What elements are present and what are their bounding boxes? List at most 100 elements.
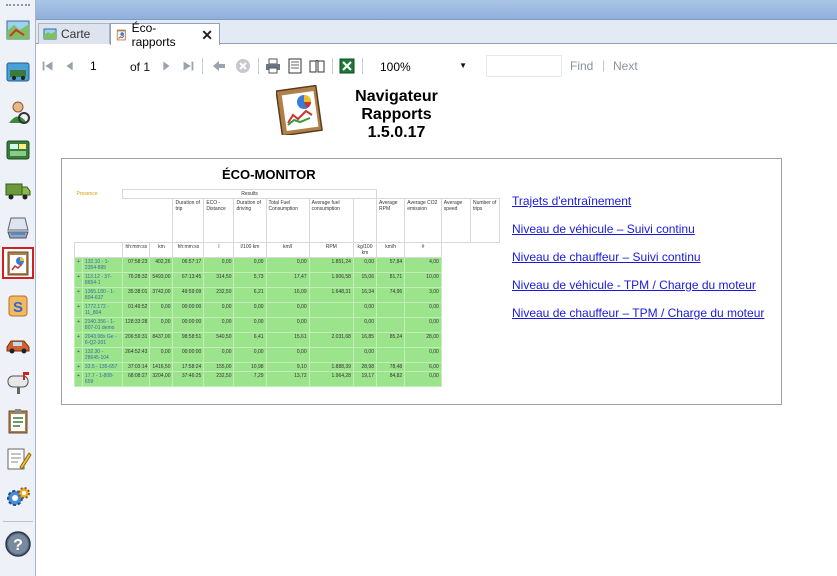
link-niveau-vehicule-suivi[interactable]: Niveau de véhicule – Suivi continu bbox=[512, 221, 772, 237]
link-niveau-vehicule-tpm[interactable]: Niveau de véhicule - TPM / Charge du mot… bbox=[512, 277, 772, 293]
previous-page-icon[interactable] bbox=[62, 56, 78, 76]
table-cell: 0,00 bbox=[404, 302, 442, 318]
column-header: ECO - Distance bbox=[203, 198, 235, 243]
export-excel-icon[interactable] bbox=[338, 56, 356, 76]
vehicle-name-cell: 132.30 - 28645-104 bbox=[81, 347, 124, 363]
link-trajets-entrainement[interactable]: Trajets d'entraînement bbox=[512, 193, 772, 209]
link-niveau-chauffeur-tpm[interactable]: Niveau de chauffeur – TPM / Charge du mo… bbox=[512, 305, 772, 321]
table-row[interactable]: +132.30 - 28645-104 264:52:43 0,00 00:00:00… bbox=[74, 347, 500, 363]
table-cell: 00:00:00 bbox=[172, 317, 205, 333]
table-row[interactable]: +32.5 - 135-657 37:03:14 1416,50 17:58:24 15… bbox=[74, 362, 500, 372]
table-row[interactable]: +2043.98x Ge - 6-Q2-201 206:59:31 8437,00 9… bbox=[74, 332, 500, 348]
stop-icon[interactable] bbox=[234, 56, 252, 76]
dashboard-icon[interactable] bbox=[2, 134, 34, 166]
expand-icon[interactable]: + bbox=[74, 371, 83, 387]
table-cell: 98:58:51 bbox=[172, 332, 205, 348]
table-cell: 28,00 bbox=[404, 332, 442, 348]
table-row[interactable]: +113.12 - 37-8654-1 76:28:32 5493,00 67:13:… bbox=[74, 272, 500, 288]
table-cell bbox=[308, 347, 354, 363]
table-row[interactable]: +2340.356 - 1-807-01 demo 128:33:28 0,00 00… bbox=[74, 317, 500, 333]
expand-icon[interactable]: + bbox=[74, 347, 83, 363]
expand-icon[interactable]: + bbox=[74, 257, 83, 273]
next-page-icon[interactable] bbox=[158, 56, 174, 76]
table-cell: 6,00 bbox=[404, 362, 442, 372]
table-cell: 0,00 bbox=[352, 257, 378, 273]
find-button[interactable]: Find bbox=[570, 59, 593, 73]
column-header bbox=[352, 198, 378, 243]
page-setup-icon[interactable] bbox=[308, 56, 326, 76]
table-cell: 15,61 bbox=[265, 332, 310, 348]
table-cell: 314,50 bbox=[203, 272, 235, 288]
first-page-icon[interactable] bbox=[40, 56, 56, 76]
tab-carte[interactable]: Carte bbox=[38, 23, 110, 44]
table-cell: 85,24 bbox=[375, 332, 406, 348]
driver-icon[interactable] bbox=[2, 96, 34, 128]
table-cell: 67:13:45 bbox=[172, 272, 205, 288]
expand-icon[interactable]: + bbox=[74, 332, 83, 348]
s-document-icon[interactable]: S bbox=[2, 290, 34, 322]
vehicle-name-cell: 1365.180 - 1-804-637 bbox=[81, 287, 124, 303]
column-header: Duration of trip bbox=[172, 198, 205, 243]
help-icon[interactable]: ? bbox=[2, 528, 34, 560]
mailbox-icon[interactable] bbox=[2, 366, 34, 398]
scanner-icon[interactable] bbox=[2, 212, 34, 244]
unit-cell: km bbox=[149, 242, 174, 258]
table-cell: 7,29 bbox=[233, 371, 267, 387]
zoom-value: 100% bbox=[380, 60, 411, 74]
unit-cell: kg/100 km bbox=[352, 242, 378, 258]
table-cell: 540,50 bbox=[203, 332, 235, 348]
vehicle-card-icon[interactable] bbox=[2, 56, 34, 88]
table-row[interactable]: +17.7 - 1-808-659 68:08:27 3204,00 37:46:25… bbox=[74, 371, 500, 387]
eco-report-icon[interactable] bbox=[2, 247, 34, 279]
find-next-button[interactable]: Next bbox=[613, 59, 638, 73]
left-toolbar: S ? bbox=[0, 0, 36, 576]
app-window: S ? Carte Éco-rapports ✕ 1 of 1 100% ▼ F… bbox=[0, 0, 837, 576]
tab-eco-rapports[interactable]: Éco-rapports ✕ bbox=[110, 21, 220, 49]
report-logo-icon bbox=[276, 85, 323, 135]
table-spacer bbox=[123, 199, 173, 243]
table-cell: 16,85 bbox=[352, 332, 378, 348]
table-row[interactable]: +1365.180 - 1-804-637 35:38:01 3742,00 49:5… bbox=[74, 287, 500, 303]
table-cell: 00:00:00 bbox=[172, 347, 205, 363]
truck-icon[interactable] bbox=[2, 174, 34, 206]
notes-icon[interactable] bbox=[2, 443, 34, 475]
table-cell: 0,00 bbox=[265, 257, 310, 273]
table-row[interactable]: +1772.172 - 11_804 01:49:52 0,00 00:00:00 0,… bbox=[74, 302, 500, 318]
table-cell: 3742,00 bbox=[149, 287, 174, 303]
find-input[interactable] bbox=[486, 55, 562, 77]
table-cell: 00:00:00 bbox=[172, 302, 205, 318]
table-cell: 0,00 bbox=[352, 347, 378, 363]
car-icon[interactable] bbox=[2, 328, 34, 360]
map-icon bbox=[43, 28, 57, 40]
table-cell: 78,48 bbox=[375, 362, 406, 372]
expand-icon[interactable]: + bbox=[74, 302, 83, 318]
table-row[interactable]: +132.10 - 1-2354-895 07:58:23 402,26 06:57:… bbox=[74, 257, 500, 273]
map-icon[interactable] bbox=[2, 14, 34, 46]
settings-gears-icon[interactable] bbox=[2, 481, 34, 513]
table-cell: 232,50 bbox=[203, 371, 235, 387]
table-cell: 0,00 bbox=[203, 302, 235, 318]
expand-icon[interactable]: + bbox=[74, 362, 83, 372]
last-page-icon[interactable] bbox=[180, 56, 196, 76]
page-layout-icon[interactable] bbox=[286, 56, 304, 76]
column-header: Duration of driving bbox=[233, 198, 267, 243]
toolbar-separator bbox=[362, 58, 363, 74]
table-cell: 10,00 bbox=[404, 272, 442, 288]
table-cell: 9,10 bbox=[265, 362, 310, 372]
expand-icon[interactable]: + bbox=[74, 272, 83, 288]
link-niveau-chauffeur-suivi[interactable]: Niveau de chauffeur – Suivi continu bbox=[512, 249, 772, 265]
toolbar-grip[interactable] bbox=[6, 4, 30, 7]
svg-text:S: S bbox=[13, 299, 23, 316]
vehicle-name-cell: 2340.356 - 1-807-01 demo bbox=[81, 317, 124, 333]
zoom-select[interactable]: 100% ▼ bbox=[374, 55, 474, 77]
table-cell: 17:58:24 bbox=[172, 362, 205, 372]
back-icon[interactable] bbox=[210, 56, 228, 76]
print-icon[interactable] bbox=[264, 56, 282, 76]
chevron-down-icon: ▼ bbox=[459, 61, 467, 70]
clipboard-icon[interactable] bbox=[2, 405, 34, 437]
page-number-input[interactable] bbox=[86, 55, 126, 77]
expand-icon[interactable]: + bbox=[74, 287, 83, 303]
expand-icon[interactable]: + bbox=[74, 317, 83, 333]
unit-cell: km/h bbox=[375, 242, 406, 258]
close-icon[interactable]: ✕ bbox=[201, 28, 213, 42]
